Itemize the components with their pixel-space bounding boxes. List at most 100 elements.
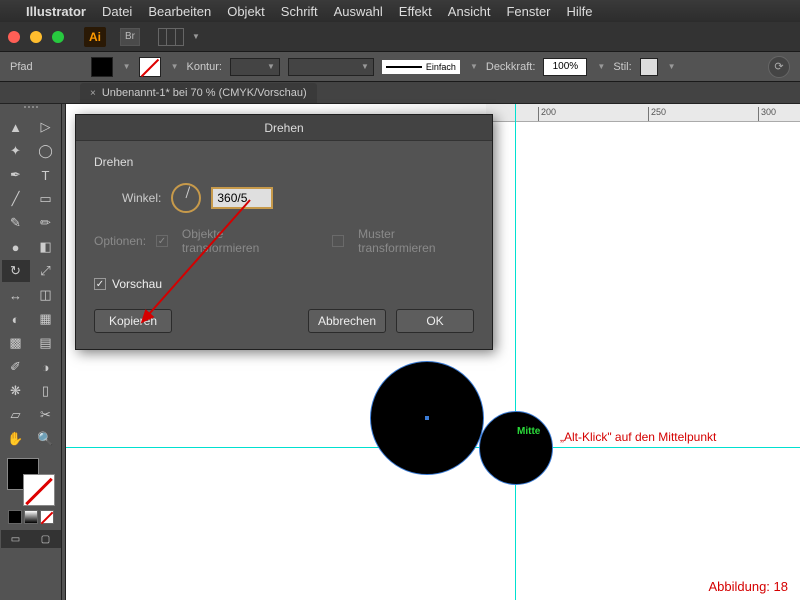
ok-button[interactable]: OK <box>396 309 474 333</box>
menu-type[interactable]: Schrift <box>281 4 318 19</box>
rotate-dialog: Drehen Drehen Winkel: Optionen: Objekte … <box>75 114 493 350</box>
line-tool[interactable]: ╱ <box>2 188 30 210</box>
gradient-tool[interactable]: ▤ <box>32 332 60 354</box>
fill-swatch[interactable] <box>91 57 113 77</box>
window-close-icon[interactable] <box>8 31 20 43</box>
bridge-button[interactable]: Br <box>120 28 140 46</box>
artwork-circle-large[interactable] <box>370 361 484 475</box>
symbol-sprayer-tool[interactable]: ❋ <box>2 380 30 402</box>
free-transform-tool[interactable]: ◫ <box>32 284 60 306</box>
chevron-down-icon[interactable]: ▼ <box>597 62 605 71</box>
ruler-tick: 250 <box>648 107 666 121</box>
chevron-down-icon[interactable]: ▼ <box>470 62 478 71</box>
menu-app[interactable]: Illustrator <box>26 4 86 19</box>
stroke-label: Kontur: <box>186 61 221 73</box>
copy-button[interactable]: Kopieren <box>94 309 172 333</box>
pencil-tool[interactable]: ✏ <box>32 212 60 234</box>
stroke-color-icon[interactable] <box>23 474 55 506</box>
transform-patterns-label: Muster transformieren <box>358 227 474 255</box>
angle-dial[interactable] <box>171 183 201 213</box>
magic-wand-tool[interactable]: ✦ <box>2 140 30 162</box>
perspective-tool[interactable]: ▦ <box>32 308 60 330</box>
width-tool[interactable]: ↔ <box>2 284 30 306</box>
menu-help[interactable]: Hilfe <box>567 4 593 19</box>
menu-effect[interactable]: Effekt <box>399 4 432 19</box>
chevron-down-icon[interactable]: ▼ <box>123 62 131 71</box>
artwork-circle-small[interactable] <box>479 411 553 485</box>
shape-builder-tool[interactable]: ◐ <box>2 308 30 330</box>
gradient-mode-icon[interactable] <box>24 510 38 524</box>
chevron-down-icon[interactable]: ▼ <box>171 62 179 71</box>
artboard-tool[interactable]: ▱ <box>2 404 30 426</box>
eraser-tool[interactable]: ◧ <box>32 236 60 258</box>
document-tab-label: Unbenannt-1* bei 70 % (CMYK/Vorschau) <box>102 87 307 99</box>
transform-patterns-checkbox <box>332 235 344 247</box>
fill-stroke-control[interactable] <box>7 458 55 506</box>
rectangle-tool[interactable]: ▭ <box>32 188 60 210</box>
cancel-button[interactable]: Abbrechen <box>308 309 386 333</box>
figure-label: Abbildung: 18 <box>708 579 788 594</box>
column-graph-tool[interactable]: ▯ <box>32 380 60 402</box>
transform-objects-checkbox <box>156 235 168 247</box>
rotate-tool[interactable]: ↻ <box>2 260 30 282</box>
menu-object[interactable]: Objekt <box>227 4 265 19</box>
document-tab[interactable]: × Unbenannt-1* bei 70 % (CMYK/Vorschau) <box>80 83 317 103</box>
menu-edit[interactable]: Bearbeiten <box>148 4 211 19</box>
stroke-swatch[interactable] <box>139 57 161 77</box>
slice-tool[interactable]: ✂ <box>32 404 60 426</box>
mac-menubar: Illustrator Datei Bearbeiten Objekt Schr… <box>0 0 800 22</box>
eyedropper-tool[interactable]: ✐ <box>2 356 30 378</box>
window-minimize-icon[interactable] <box>30 31 42 43</box>
dialog-title: Drehen <box>76 115 492 141</box>
opacity-input[interactable]: 100% <box>543 58 587 76</box>
chevron-down-icon[interactable]: ▼ <box>668 62 676 71</box>
window-zoom-icon[interactable] <box>52 31 64 43</box>
none-mode-icon[interactable] <box>40 510 54 524</box>
opacity-label: Deckkraft: <box>486 61 536 73</box>
blob-brush-tool[interactable]: ● <box>2 236 30 258</box>
preview-label: Vorschau <box>112 277 162 291</box>
stroke-weight-select[interactable]: ▼ <box>230 58 280 76</box>
direct-selection-tool[interactable]: ▷ <box>32 116 60 138</box>
dialog-section-label: Drehen <box>94 155 474 169</box>
preview-checkbox[interactable] <box>94 278 106 290</box>
menu-view[interactable]: Ansicht <box>448 4 491 19</box>
menu-select[interactable]: Auswahl <box>334 4 383 19</box>
variable-width-select[interactable]: ▼ <box>288 58 374 76</box>
menu-window[interactable]: Fenster <box>506 4 550 19</box>
color-mode-icon[interactable] <box>8 510 22 524</box>
scale-tool[interactable]: ⤢ <box>32 260 60 282</box>
paintbrush-tool[interactable]: ✎ <box>2 212 30 234</box>
style-label: Stil: <box>613 61 631 73</box>
selection-type-label: Pfad <box>10 61 33 73</box>
ruler-tick: 300 <box>758 107 776 121</box>
ruler-tick: 200 <box>538 107 556 121</box>
zoom-tool[interactable]: 🔍 <box>32 428 60 450</box>
screen-mode-button[interactable]: ▢ <box>31 530 61 548</box>
draw-mode-button[interactable]: ▭ <box>1 530 31 548</box>
panel-grip-icon[interactable] <box>1 106 61 114</box>
angle-input[interactable] <box>211 187 273 209</box>
brush-definition-select[interactable]: Einfach <box>382 60 460 74</box>
transform-objects-label: Objekte transformieren <box>182 227 302 255</box>
menu-file[interactable]: Datei <box>102 4 132 19</box>
hand-tool[interactable]: ✋ <box>2 428 30 450</box>
lasso-tool[interactable]: ◯ <box>32 140 60 162</box>
type-tool[interactable]: T <box>32 164 60 186</box>
app-bar: Ai Br ▼ <box>0 22 800 52</box>
blend-tool[interactable]: ◑ <box>32 356 60 378</box>
sync-settings-icon[interactable]: ⟳ <box>768 56 790 78</box>
document-tab-bar: × Unbenannt-1* bei 70 % (CMYK/Vorschau) <box>0 82 800 104</box>
pen-tool[interactable]: ✒ <box>2 164 30 186</box>
close-tab-icon[interactable]: × <box>90 88 96 99</box>
options-label: Optionen: <box>94 234 146 248</box>
arrange-documents-button[interactable] <box>158 28 184 46</box>
guide-vertical[interactable] <box>515 104 516 600</box>
tools-panel: ▲ ▷ ✦ ◯ ✒ T ╱ ▭ ✎ ✏ ● ◧ ↻ ⤢ ↔ ◫ ◐ ▦ ▩ ▤ … <box>0 104 62 600</box>
illustrator-logo-icon: Ai <box>84 27 106 47</box>
chevron-down-icon[interactable]: ▼ <box>192 32 200 41</box>
smart-guide-label: Mitte <box>517 426 540 437</box>
mesh-tool[interactable]: ▩ <box>2 332 30 354</box>
graphic-style-swatch[interactable] <box>640 58 658 76</box>
selection-tool[interactable]: ▲ <box>2 116 30 138</box>
